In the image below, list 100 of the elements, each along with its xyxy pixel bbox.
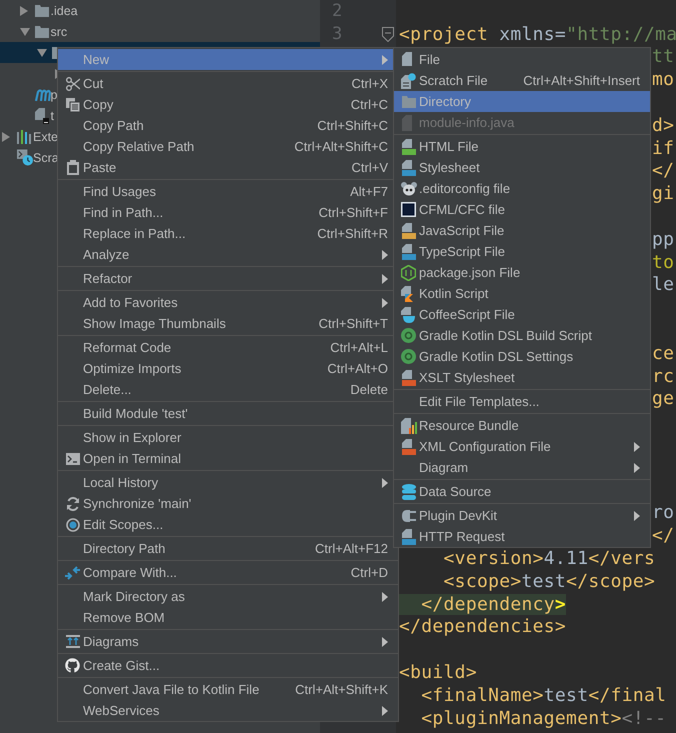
menu-item[interactable]: Gradle Kotlin DSL Build Script <box>394 325 650 346</box>
collapsed-arrow-icon[interactable] <box>2 132 10 142</box>
tree-item-label[interactable]: t <box>50 108 54 122</box>
gradle-icon <box>401 328 416 343</box>
menu-item[interactable]: Diagrams <box>58 631 398 652</box>
file-icon <box>402 528 416 544</box>
menu-item[interactable]: HTTP Request <box>394 526 650 547</box>
code-line: d> <box>652 114 674 136</box>
menu-item[interactable]: Resource Bundle <box>394 415 650 436</box>
submenu-arrow-icon <box>382 250 388 260</box>
menu-item[interactable]: Compare With... Ctrl+D <box>58 562 398 583</box>
bar-chart-icon <box>17 130 32 144</box>
code-line: pp <box>652 228 674 250</box>
bar-chart-file-icon <box>400 418 416 434</box>
menu-item[interactable]: Plugin DevKit <box>394 505 650 526</box>
menu-item[interactable]: Create Gist... <box>58 655 398 676</box>
file-icon <box>402 160 416 176</box>
menu-item[interactable]: Scratch File Ctrl+Alt+Shift+Insert <box>394 70 650 91</box>
menu-item[interactable]: HTML File <box>394 136 650 157</box>
code-line: <finalName>test</final <box>420 684 666 706</box>
file-icon <box>402 244 416 260</box>
clipboard-icon <box>66 160 78 175</box>
submenu-arrow-icon <box>382 706 388 716</box>
kotlin-file-icon <box>401 286 416 302</box>
submenu-arrow-icon <box>382 478 388 488</box>
code-line: </dependencies> <box>399 616 566 638</box>
cfml-icon <box>401 202 416 217</box>
expanded-arrow-icon[interactable] <box>37 48 47 56</box>
code-line: <pluginManagement><!-- <box>420 708 666 729</box>
code-line: ge <box>652 388 674 410</box>
menu-item[interactable]: Edit File Templates... <box>394 391 650 412</box>
submenu-arrow-icon <box>382 592 388 602</box>
code-line: ce <box>652 342 674 364</box>
gradle-icon <box>401 349 416 364</box>
tree-item-label[interactable]: p <box>50 88 58 102</box>
code-line: </ <box>652 160 674 182</box>
collapsed-arrow-icon[interactable] <box>20 6 28 16</box>
submenu-arrow-icon <box>634 442 640 452</box>
file-icon <box>402 138 416 154</box>
file-icon <box>34 108 48 124</box>
menu-item[interactable]: Stylesheet <box>394 157 650 178</box>
scratch-file-icon <box>401 72 416 88</box>
diagram-icon <box>66 635 80 648</box>
folder-icon <box>402 96 416 108</box>
submenu-arrow-icon <box>382 274 388 284</box>
submenu-arrow-icon <box>382 54 388 64</box>
scissors-icon <box>66 76 80 90</box>
database-icon <box>402 484 416 500</box>
menu-item[interactable]: Data Source <box>394 481 650 502</box>
target-icon <box>66 518 80 532</box>
sync-icon <box>66 496 80 510</box>
code-line: le <box>652 274 674 296</box>
scratch-icon <box>17 149 33 166</box>
menu-item[interactable]: WebServices <box>58 700 398 721</box>
submenu-arrow-icon <box>634 462 640 472</box>
plug-icon <box>401 508 416 523</box>
code-line: tt <box>652 46 674 68</box>
code-line: ro <box>652 502 674 524</box>
hexagon-icon <box>401 264 416 280</box>
folder-icon <box>34 4 48 16</box>
expanded-arrow-icon[interactable] <box>20 28 30 36</box>
maven-icon <box>34 88 50 100</box>
code-line: <scope>test</scope> <box>442 570 656 592</box>
code-line: <build> <box>399 662 477 683</box>
github-icon <box>65 658 80 673</box>
menu-item[interactable]: Remove BOM <box>58 607 398 628</box>
menu-item[interactable]: .editorconfig file <box>394 178 650 199</box>
menu-item[interactable]: Kotlin Script <box>394 283 650 304</box>
menu-item[interactable]: package.json File <box>394 262 650 283</box>
menu-item[interactable]: Diagram <box>394 457 650 478</box>
mouse-icon <box>400 181 416 196</box>
code-line: if <box>652 138 674 159</box>
submenu-arrow-icon <box>382 636 388 646</box>
code-line: mo <box>652 69 674 90</box>
tree-item-label[interactable]: Exte <box>33 130 58 144</box>
file-icon <box>402 222 416 238</box>
menu-item[interactable]: XML Configuration File <box>394 436 650 457</box>
menu-item[interactable]: XSLT Stylesheet <box>394 367 650 388</box>
folder-icon <box>34 26 48 38</box>
file-icon <box>402 370 416 386</box>
copy-icon <box>66 98 80 112</box>
code-line: rc <box>652 366 674 387</box>
tree-item-label[interactable]: src <box>50 24 68 38</box>
menu-item[interactable]: JavaScript File <box>394 220 650 241</box>
code-line: to <box>652 252 674 273</box>
menu-item[interactable]: CoffeeScript File <box>394 304 650 325</box>
code-line: <project xmlns="http://ma <box>399 24 676 45</box>
menu-item[interactable]: Mark Directory as <box>58 586 398 607</box>
menu-item[interactable]: TypeScript File <box>394 241 650 262</box>
code-line: gi <box>652 183 674 204</box>
compare-arrows-icon <box>65 566 80 580</box>
menu-item[interactable]: Gradle Kotlin DSL Settings <box>394 346 650 367</box>
submenu-arrow-icon <box>634 510 640 520</box>
fold-marker-icon[interactable] <box>382 26 394 42</box>
menu-item[interactable]: CFML/CFC file <box>394 199 650 220</box>
tree-item-label[interactable]: .idea <box>50 4 78 18</box>
code-line: <version>4.11</vers <box>442 548 656 570</box>
coffee-cup-icon <box>400 306 416 322</box>
submenu-arrow-icon <box>382 298 388 308</box>
menu-item[interactable]: Convert Java File to Kotlin File Ctrl+Alt+Shift+K <box>58 679 398 700</box>
